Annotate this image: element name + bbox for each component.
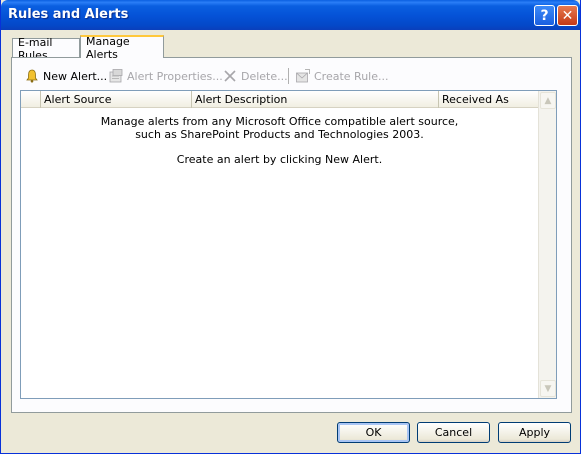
new-alert-label: New Alert... [43,69,108,83]
column-header-received-as[interactable]: Received As [438,91,538,108]
close-icon: ✕ [561,7,574,24]
ok-button[interactable]: OK [337,422,410,443]
close-button[interactable]: ✕ [557,5,578,26]
tab-manage-alerts[interactable]: Manage Alerts [80,34,164,61]
alert-properties-label: Alert Properties... [127,69,223,83]
column-header-alert-description[interactable]: Alert Description [191,91,438,108]
help-icon: ? [540,7,549,24]
bell-icon [24,68,40,84]
alert-properties-button[interactable]: Alert Properties... [108,68,223,84]
create-rule-icon [295,68,311,84]
help-button[interactable]: ? [534,5,555,26]
column-header-icon[interactable] [21,91,40,108]
create-rule-button[interactable]: Create Rule... [295,68,388,84]
new-alert-button[interactable]: New Alert... [24,68,107,84]
delete-button[interactable]: Delete... [222,68,288,84]
column-header-alert-source[interactable]: Alert Source [40,91,191,108]
list-header: Alert Source Alert Description Received … [21,91,538,108]
delete-x-icon [222,68,238,84]
create-rule-label: Create Rule... [314,69,389,83]
scroll-up-arrow-icon[interactable]: ▲ [540,92,556,109]
alerts-list[interactable]: Alert Source Alert Description Received … [20,90,557,399]
properties-icon [108,68,124,84]
tab-email-rules[interactable]: E-mail Rules [12,36,80,62]
rules-and-alerts-dialog: Rules and Alerts ? ✕ E-mail Rules Manage… [0,0,581,454]
cancel-button[interactable]: Cancel [417,422,490,443]
tab-manage-alerts-label: Manage Alerts [86,34,130,61]
window-title: Rules and Alerts [8,7,129,22]
toolbar-separator [288,68,289,84]
empty-message-line-3: Create an alert by clicking New Alert. [176,153,383,166]
empty-message-line-2: such as SharePoint Products and Technolo… [135,128,424,141]
apply-button[interactable]: Apply [498,422,571,443]
empty-message-line-1: Manage alerts from any Microsoft Office … [100,115,459,128]
vertical-scrollbar[interactable]: ▲ ▼ [538,91,556,398]
delete-label: Delete... [241,69,288,83]
scroll-down-arrow-icon[interactable]: ▼ [540,380,556,397]
title-bar: Rules and Alerts ? ✕ [1,0,580,30]
